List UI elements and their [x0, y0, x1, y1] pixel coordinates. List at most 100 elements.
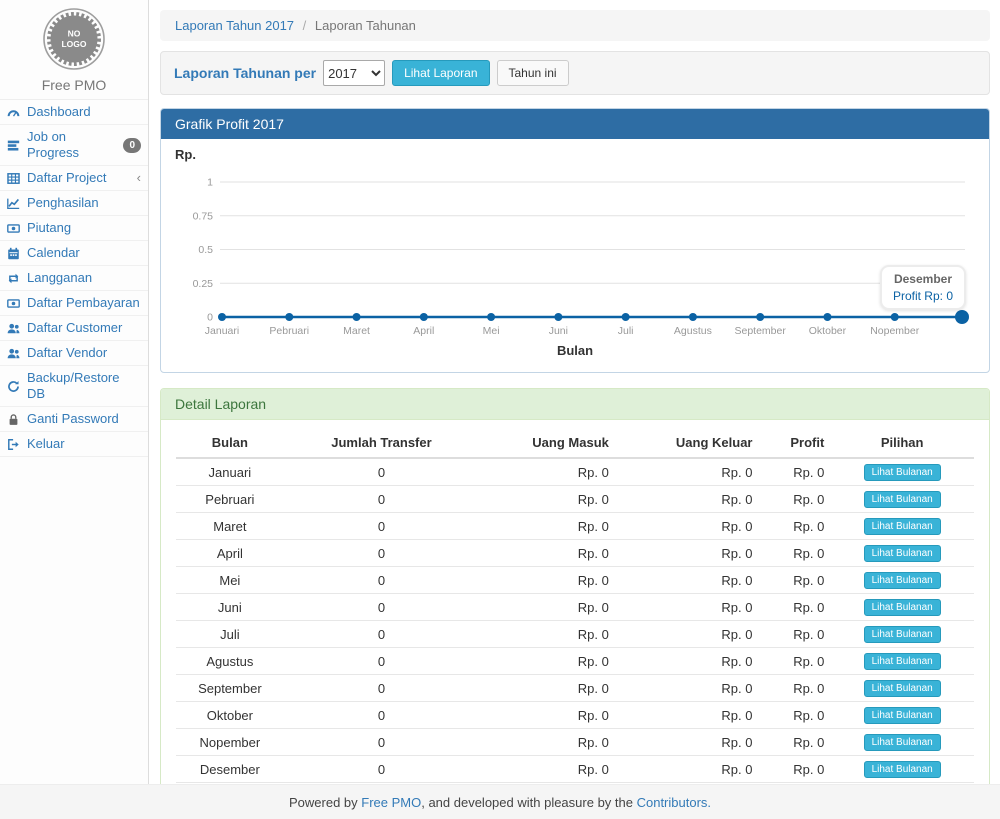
cell-jumlah_transfer: 0: [284, 648, 480, 675]
table-row: Mei0Rp. 0Rp. 0Rp. 0Lihat Bulanan: [176, 567, 974, 594]
table-row: Desember0Rp. 0Rp. 0Rp. 0Lihat Bulanan: [176, 756, 974, 783]
sidebar-item-label: Penghasilan: [27, 195, 99, 211]
lihat-bulanan-button[interactable]: Lihat Bulanan: [864, 545, 941, 562]
year-select[interactable]: 2017: [323, 60, 385, 86]
footer-link-contributors[interactable]: Contributors.: [637, 795, 711, 810]
sidebar: NO LOGO Free PMO DashboardJob on Progres…: [0, 0, 149, 784]
cell-bulan: Mei: [176, 567, 284, 594]
tahun-ini-button[interactable]: Tahun ini: [497, 60, 569, 86]
brand-name: Free PMO: [0, 77, 148, 93]
cell-pilihan: Lihat Bulanan: [830, 540, 974, 567]
sidebar-menu: DashboardJob on Progress0Daftar Project‹…: [0, 99, 148, 457]
sidebar-item-daftar-pembayaran[interactable]: Daftar Pembayaran: [0, 291, 148, 316]
sidebar-item-langganan[interactable]: Langganan: [0, 266, 148, 291]
cell-uang_keluar: Rp. 0: [615, 648, 759, 675]
x-tick-label: Mei: [483, 325, 500, 337]
chart-point[interactable]: [823, 313, 831, 321]
lihat-laporan-button[interactable]: Lihat Laporan: [392, 60, 489, 86]
lihat-bulanan-button[interactable]: Lihat Bulanan: [864, 518, 941, 535]
cell-uang_masuk: Rp. 0: [479, 567, 615, 594]
cell-jumlah_transfer: 0: [284, 458, 480, 486]
lihat-bulanan-button[interactable]: Lihat Bulanan: [864, 707, 941, 724]
chart-point[interactable]: [420, 313, 428, 321]
cell-profit: Rp. 0: [759, 486, 831, 513]
x-tick-label: Januari: [205, 325, 239, 337]
chart-y-axis-label: Rp.: [175, 147, 975, 163]
chevron-left-icon: ‹: [137, 172, 141, 184]
cell-uang_keluar: Rp. 0: [615, 756, 759, 783]
lihat-bulanan-button[interactable]: Lihat Bulanan: [864, 734, 941, 751]
calendar-icon: [7, 247, 21, 260]
chart-point[interactable]: [622, 313, 630, 321]
cell-jumlah_transfer: 0: [284, 729, 480, 756]
chart-tooltip-value: Profit Rp: 0: [893, 289, 953, 303]
cell-uang_masuk: Rp. 0: [479, 458, 615, 486]
column-header: Jumlah Transfer: [284, 428, 480, 458]
sidebar-item-daftar-customer[interactable]: Daftar Customer: [0, 316, 148, 341]
detail-report-panel: Detail Laporan BulanJumlah TransferUang …: [160, 388, 990, 784]
cell-uang_keluar: Rp. 0: [615, 702, 759, 729]
cell-uang_masuk: Rp. 0: [479, 729, 615, 756]
cell-jumlah_transfer: 0: [284, 621, 480, 648]
lihat-bulanan-button[interactable]: Lihat Bulanan: [864, 680, 941, 697]
table-row: Januari0Rp. 0Rp. 0Rp. 0Lihat Bulanan: [176, 458, 974, 486]
sidebar-item-dashboard[interactable]: Dashboard: [0, 100, 148, 125]
cell-bulan: Juli: [176, 621, 284, 648]
table-row: Oktober0Rp. 0Rp. 0Rp. 0Lihat Bulanan: [176, 702, 974, 729]
cell-pilihan: Lihat Bulanan: [830, 648, 974, 675]
sidebar-item-label: Daftar Customer: [27, 320, 122, 336]
sidebar-item-penghasilan[interactable]: Penghasilan: [0, 191, 148, 216]
cell-jumlah_transfer: 0: [284, 567, 480, 594]
cell-uang_masuk: Rp. 0: [479, 756, 615, 783]
cell-profit: Rp. 0: [759, 729, 831, 756]
chart-tooltip: Desember Profit Rp: 0: [880, 265, 966, 310]
sidebar-item-backup-restore-db[interactable]: Backup/Restore DB: [0, 366, 148, 407]
x-tick-label: Nopember: [870, 325, 920, 337]
cell-pilihan: Lihat Bulanan: [830, 513, 974, 540]
chart-point[interactable]: [689, 313, 697, 321]
lihat-bulanan-button[interactable]: Lihat Bulanan: [864, 464, 941, 481]
lihat-bulanan-button[interactable]: Lihat Bulanan: [864, 626, 941, 643]
sidebar-item-daftar-project[interactable]: Daftar Project‹: [0, 166, 148, 191]
chart-x-axis-label: Bulan: [175, 341, 975, 366]
profit-chart-panel: Grafik Profit 2017 Rp. 10.750.50.250Janu…: [160, 108, 990, 373]
lihat-bulanan-button[interactable]: Lihat Bulanan: [864, 761, 941, 778]
breadcrumb-link[interactable]: Laporan Tahun 2017: [175, 18, 294, 33]
chart-point[interactable]: [554, 313, 562, 321]
money-icon: [7, 297, 21, 310]
footer-link-free-pmo[interactable]: Free PMO: [361, 795, 421, 810]
profit-line-chart: 10.750.50.250JanuariPebruariMaretAprilMe…: [175, 163, 975, 341]
no-logo-seal-icon: NO LOGO: [42, 7, 106, 71]
lihat-bulanan-button[interactable]: Lihat Bulanan: [864, 653, 941, 670]
sidebar-item-calendar[interactable]: Calendar: [0, 241, 148, 266]
chart-point[interactable]: [285, 313, 293, 321]
sidebar-item-daftar-vendor[interactable]: Daftar Vendor: [0, 341, 148, 366]
detail-panel-title: Detail Laporan: [161, 389, 989, 420]
x-tick-label: September: [734, 325, 786, 337]
app-layout: NO LOGO Free PMO DashboardJob on Progres…: [0, 0, 1000, 784]
lihat-bulanan-button[interactable]: Lihat Bulanan: [864, 572, 941, 589]
chart-point[interactable]: [487, 313, 495, 321]
cell-profit: Rp. 0: [759, 540, 831, 567]
cell-pilihan: Lihat Bulanan: [830, 675, 974, 702]
y-tick-label: 0.75: [193, 210, 214, 222]
chart-point[interactable]: [756, 313, 764, 321]
sidebar-item-ganti-password[interactable]: Ganti Password: [0, 407, 148, 432]
chart-point[interactable]: [218, 313, 226, 321]
lihat-bulanan-button[interactable]: Lihat Bulanan: [864, 491, 941, 508]
cell-profit: Rp. 0: [759, 621, 831, 648]
chart-point[interactable]: [353, 313, 361, 321]
y-tick-label: 0: [207, 312, 213, 324]
sidebar-item-keluar[interactable]: Keluar: [0, 432, 148, 457]
lihat-bulanan-button[interactable]: Lihat Bulanan: [864, 599, 941, 616]
main-content: Laporan Tahun 2017 / Laporan Tahunan Lap…: [149, 0, 1000, 784]
chart-point[interactable]: [891, 313, 899, 321]
logo-box: NO LOGO Free PMO: [0, 0, 148, 99]
cell-bulan: Agustus: [176, 648, 284, 675]
table-row: Juli0Rp. 0Rp. 0Rp. 0Lihat Bulanan: [176, 621, 974, 648]
sidebar-item-piutang[interactable]: Piutang: [0, 216, 148, 241]
chart-point[interactable]: [955, 310, 969, 324]
cell-uang_keluar: Rp. 0: [615, 567, 759, 594]
sidebar-item-job-on-progress[interactable]: Job on Progress0: [0, 125, 148, 166]
cell-bulan: April: [176, 540, 284, 567]
